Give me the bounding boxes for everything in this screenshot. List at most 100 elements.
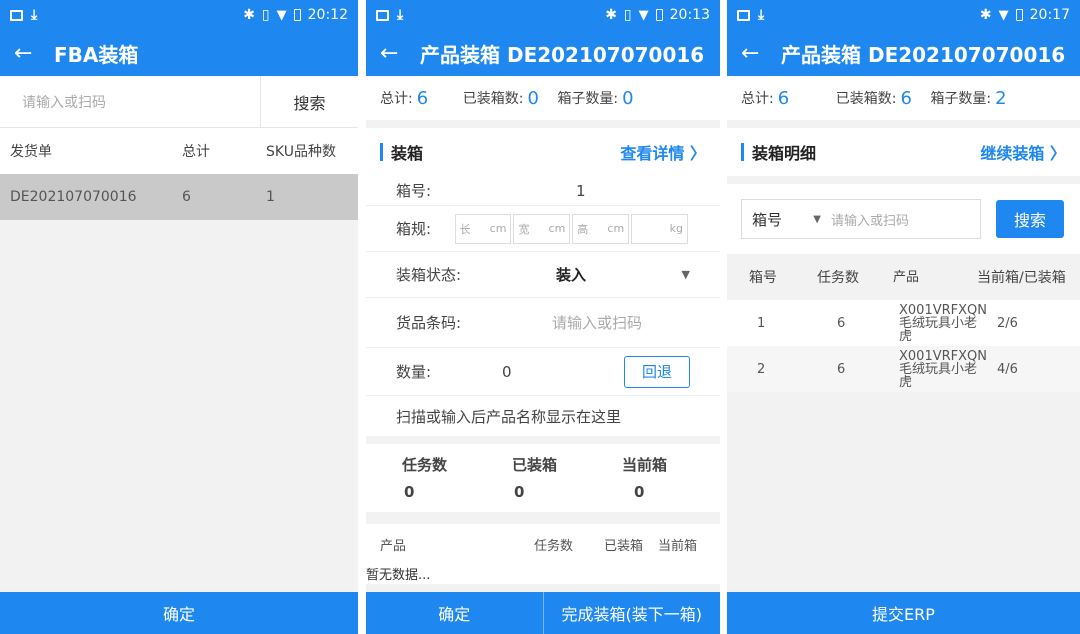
continue-packing-link[interactable]: 继续装箱 〉 bbox=[980, 140, 1066, 164]
box-spec-label: 箱规: bbox=[396, 220, 432, 238]
summary-bar: 总计: 6 已装箱数: 6 箱子数量: 2 bbox=[727, 76, 1080, 120]
height-input[interactable]: 高 cm bbox=[572, 213, 630, 244]
search-input[interactable]: 请输入或扫码 bbox=[829, 199, 981, 239]
length-prefix: 长 bbox=[459, 222, 471, 236]
table-row[interactable]: 2 6 X001VRFXQN 毛绒玩具小老虎 4/6 bbox=[727, 346, 1080, 392]
column-header-packed: 已装箱 bbox=[604, 538, 644, 554]
search-bar: 箱号 ▼ 请输入或扫码 搜索 bbox=[727, 184, 1080, 254]
undo-button[interactable]: 回退 bbox=[624, 355, 690, 388]
table-row[interactable]: 1 6 X001VRFXQN 毛绒玩具小老虎 2/6 bbox=[727, 300, 1080, 346]
length-input[interactable]: 长 cm bbox=[454, 213, 512, 244]
status-time: 20:13 bbox=[669, 7, 710, 23]
finish-packing-button[interactable]: 完成装箱(装下一箱) bbox=[542, 592, 721, 634]
row-box: 2 bbox=[757, 361, 766, 377]
section-header: 装箱明细 继续装箱 〉 bbox=[727, 128, 1080, 176]
back-arrow-icon[interactable]: ← bbox=[380, 41, 420, 66]
table-header: 箱号 任务数 产品 当前箱/已装箱 bbox=[727, 254, 1080, 300]
boxes-count: 0 bbox=[622, 87, 634, 109]
stats-block: 任务数 已装箱 当前箱 0 0 0 bbox=[366, 444, 720, 512]
search-button[interactable]: 搜索 bbox=[260, 76, 358, 127]
column-header-order: 发货单 bbox=[10, 144, 52, 160]
stats-values: 0 0 0 bbox=[366, 478, 720, 506]
barcode-label: 货品条码: bbox=[396, 314, 462, 332]
packed-count: 6 bbox=[900, 87, 912, 109]
download-icon: ⤓ bbox=[758, 7, 765, 23]
quantity-input[interactable]: 0 bbox=[502, 363, 624, 381]
section-accent bbox=[741, 143, 744, 161]
order-total: 6 bbox=[182, 189, 191, 205]
battery-icon bbox=[655, 9, 663, 21]
width-input[interactable]: 宽 cm bbox=[513, 213, 571, 244]
row-tasks: 6 bbox=[837, 315, 846, 331]
vibrate-icon: ▯ bbox=[623, 7, 632, 23]
height-prefix: 高 bbox=[577, 222, 589, 236]
bluetooth-icon: ✱ bbox=[605, 7, 617, 23]
bluetooth-icon: ✱ bbox=[243, 7, 255, 23]
stat-tasks-label: 任务数 bbox=[402, 455, 448, 474]
status-bar: ⤓ ✱ ▯ ▼ 20:13 bbox=[366, 0, 720, 30]
submit-erp-button[interactable]: 提交ERP bbox=[727, 592, 1080, 634]
total-label: 总计: bbox=[741, 91, 774, 107]
dropdown-arrow-icon[interactable]: ▼ bbox=[813, 214, 821, 225]
dropdown-arrow-icon[interactable]: ▼ bbox=[682, 268, 690, 281]
search-button[interactable]: 搜索 bbox=[996, 200, 1064, 238]
search-field-select[interactable]: 箱号 ▼ bbox=[741, 199, 829, 239]
column-header-sku: SKU品种数 bbox=[266, 144, 336, 160]
section-header: 装箱 查看详情 〉 bbox=[366, 128, 720, 176]
boxes-label: 箱子数量: bbox=[557, 91, 619, 107]
select-value: 箱号 bbox=[752, 210, 783, 229]
screen-packing-details: ⤓ ✱ ▼ 20:17 ← 产品装箱 DE202107070016 总计: 6 … bbox=[727, 0, 1080, 634]
wifi-icon: ▼ bbox=[998, 7, 1009, 23]
order-sku-count: 1 bbox=[266, 189, 275, 205]
app-bar: ← 产品装箱 DE202107070016 bbox=[366, 30, 720, 76]
box-number-row: 箱号: 1 bbox=[366, 176, 720, 206]
page-title: FBA装箱 bbox=[54, 42, 139, 67]
total-count: 6 bbox=[416, 87, 429, 109]
column-header-box: 箱号 bbox=[749, 270, 777, 286]
packed-count: 0 bbox=[527, 87, 539, 109]
screen-product-packing: ⤓ ✱ ▯ ▼ 20:13 ← 产品装箱 DE202107070016 总计: … bbox=[366, 0, 720, 634]
table-header: 发货单 总计 SKU品种数 bbox=[0, 128, 358, 174]
packed-label: 已装箱数: bbox=[835, 91, 897, 107]
packing-status-value[interactable]: 装入 bbox=[556, 264, 682, 285]
quantity-label: 数量: bbox=[396, 363, 432, 381]
image-icon bbox=[10, 9, 23, 21]
search-input[interactable]: 请输入或扫码 bbox=[0, 92, 260, 112]
column-header-current: 当前箱 bbox=[658, 538, 698, 554]
stat-current-label: 当前箱 bbox=[622, 455, 668, 474]
download-icon: ⤓ bbox=[31, 7, 38, 23]
product-table-header: 产品 任务数 已装箱 当前箱 bbox=[366, 524, 720, 564]
weight-input[interactable]: kg bbox=[631, 213, 689, 244]
table-row[interactable]: DE202107070016 6 1 bbox=[0, 174, 358, 220]
bluetooth-icon: ✱ bbox=[979, 7, 992, 23]
wifi-icon: ▼ bbox=[276, 7, 287, 23]
row-product: X001VRFXQN 毛绒玩具小老虎 bbox=[899, 302, 987, 344]
column-header-product: 产品 bbox=[893, 269, 920, 285]
image-icon bbox=[376, 9, 389, 21]
stats-header: 任务数 已装箱 当前箱 bbox=[366, 450, 720, 478]
barcode-input[interactable]: 请输入或扫码 bbox=[552, 312, 642, 333]
column-header-tasks: 任务数 bbox=[817, 270, 859, 286]
boxes-count: 2 bbox=[995, 87, 1007, 109]
confirm-button[interactable]: 确定 bbox=[0, 592, 358, 634]
box-spec-row: 箱规: 长 cm 宽 cm 高 cm kg bbox=[366, 206, 720, 252]
wifi-icon: ▼ bbox=[638, 7, 649, 23]
order-number: DE202107070016 bbox=[10, 189, 137, 205]
width-unit: cm bbox=[548, 222, 566, 235]
hint-text: 扫描或输入后产品名称显示在这里 bbox=[396, 407, 622, 426]
stat-tasks-value: 0 bbox=[404, 483, 415, 501]
status-bar: ⤓ ✱ ▯ ▼ 20:12 bbox=[0, 0, 358, 30]
row-progress: 2/6 bbox=[997, 315, 1018, 331]
section-title: 装箱明细 bbox=[752, 144, 817, 163]
height-unit: cm bbox=[607, 222, 625, 235]
packing-status-row[interactable]: 装箱状态: 装入 ▼ bbox=[366, 252, 720, 298]
app-bar: ← FBA装箱 bbox=[0, 30, 358, 76]
back-arrow-icon[interactable]: ← bbox=[14, 41, 54, 66]
confirm-button[interactable]: 确定 bbox=[366, 592, 543, 634]
box-number-value: 1 bbox=[576, 181, 586, 200]
row-tasks: 6 bbox=[837, 361, 846, 377]
total-label: 总计: bbox=[380, 91, 413, 107]
view-details-link[interactable]: 查看详情 〉 bbox=[620, 140, 706, 164]
vibrate-icon: ▯ bbox=[261, 7, 270, 23]
back-arrow-icon[interactable]: ← bbox=[741, 41, 781, 66]
